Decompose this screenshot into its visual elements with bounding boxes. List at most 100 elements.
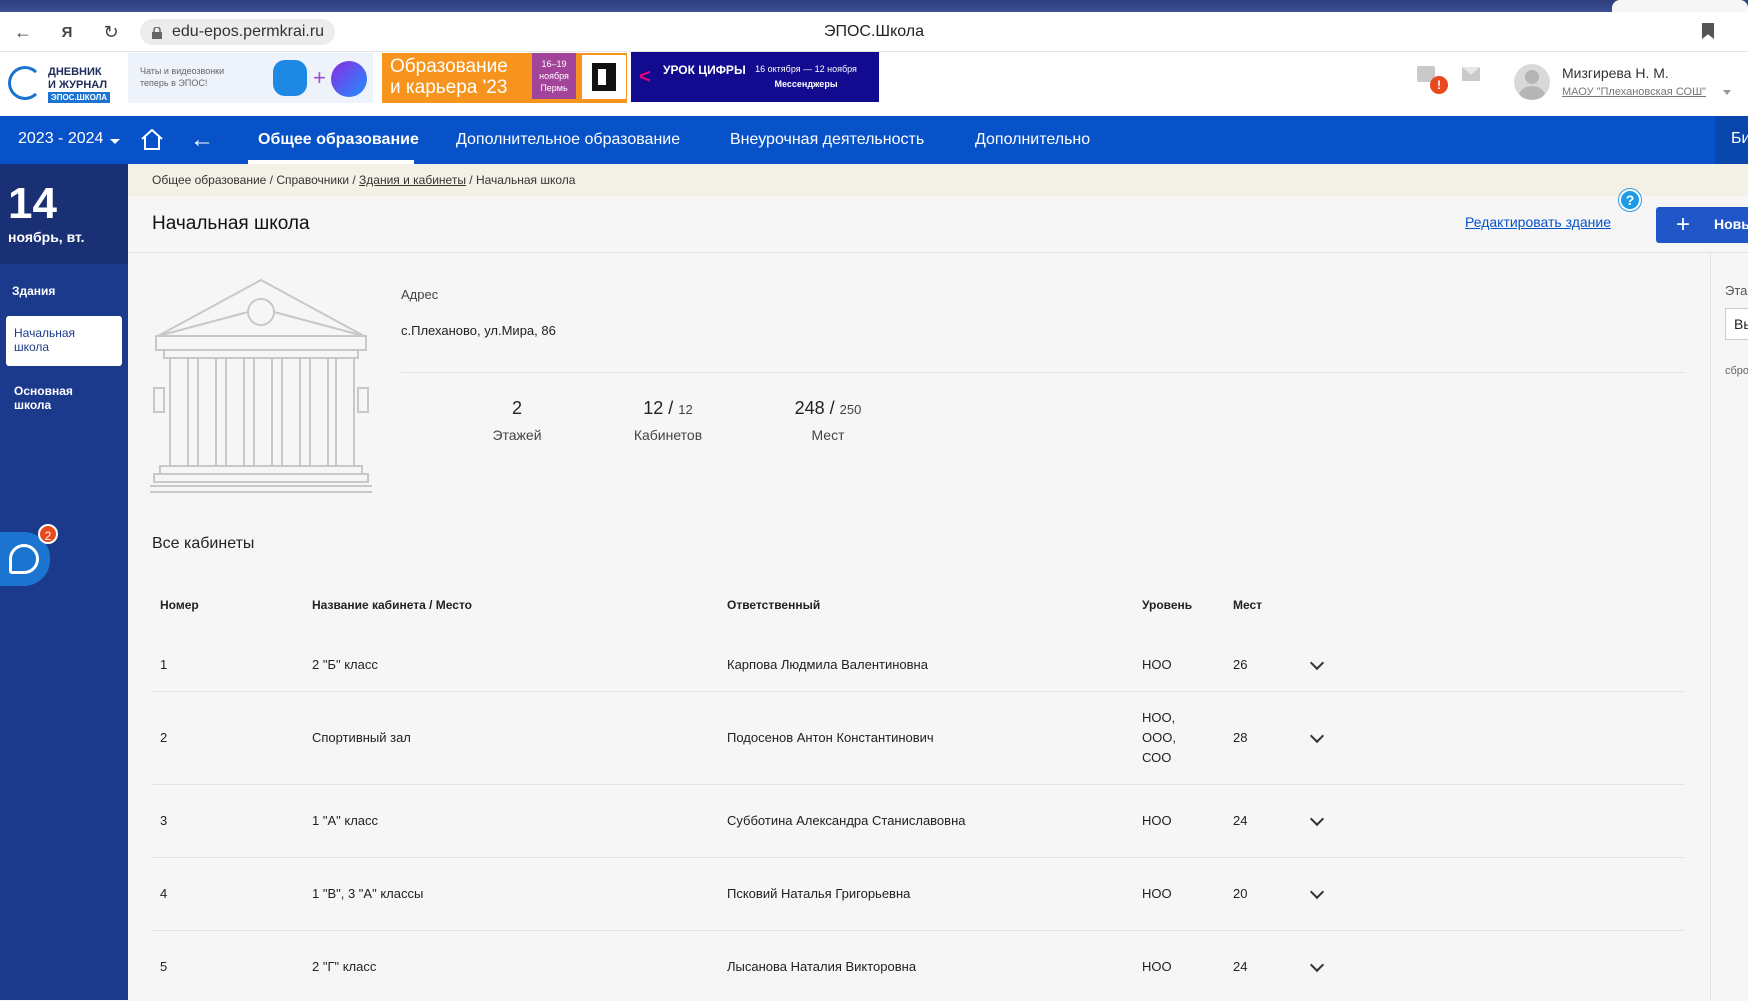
back-arrow-icon[interactable]: ← [190,126,214,154]
chevron-down-icon[interactable] [1309,884,1325,900]
nav-general-education[interactable]: Общее образование [258,131,419,149]
stat-rooms: 12 / 12 Кабинетов [593,398,743,443]
academic-year-select[interactable]: 2023 - 2024 [18,130,103,148]
table-row[interactable]: 1 2 "Б" класс Карпова Людмила Валентинов… [152,630,1684,692]
mail-icon[interactable] [1462,67,1480,81]
banner-chats[interactable]: Чаты и видеозвонки теперь в ЭПОС! + [128,53,373,103]
floor-filter-label: Эта [1725,283,1748,298]
stat-rooms-total: 12 [678,402,693,417]
notification-badge: ! [1430,76,1448,94]
chevron-down-icon[interactable] [1309,728,1325,744]
cell-number: 3 [160,813,168,828]
date-month: ноябрь, вт. [8,229,85,245]
stat-rooms-label: Кабинетов [633,427,703,443]
stat-separator: / [824,398,840,418]
cell-name: 1 "В", 3 "А" классы [312,886,424,901]
browser-page-title: ЭПОС.Школа [823,23,925,40]
reset-filter-link[interactable]: сбро [1725,365,1748,377]
table-row[interactable]: 5 2 "Г" класс Лысанова Наталия Викторовн… [152,931,1684,1001]
assistant-widget[interactable]: 2 [0,524,58,586]
new-room-button-label: Новы [1714,216,1748,232]
chevron-down-icon[interactable] [1309,655,1325,671]
cell-responsible: Подосенов Антон Константинович [727,730,934,745]
stat-seats: 248 / 250 Мест [753,398,903,443]
section-title: Все кабинеты [152,535,255,552]
banner-urok-info: 16 октября — 12 ноября Мессенджеры [755,64,857,89]
column-header-name[interactable]: Название кабинета / Место [312,598,472,612]
sidebar-item-primary-school[interactable]: Начальная школа [14,326,94,354]
cell-name: 1 "А" класс [312,813,379,828]
date-widget: 14 ноябрь, вт. [0,164,128,264]
sidebar: 14 ноябрь, вт. Здания Начальная школа Ос… [0,164,128,1000]
floor-filter-select[interactable]: Вь [1725,308,1748,340]
cell-level: НОО [1142,886,1172,901]
cell-responsible: Карпова Людмила Валентиновна [727,657,928,672]
table-row[interactable]: 2 Спортивный зал Подосенов Антон Констан… [152,692,1684,785]
stat-floors: 2 Этажей [442,398,592,443]
cell-name: 2 "Б" класс [312,657,378,672]
assistant-icon [9,544,39,574]
chevron-left-icon: < [639,66,651,88]
edit-building-link[interactable]: Редактировать здание [1465,214,1611,230]
banner-edu-title: Образование и карьера '23 [390,56,508,98]
cell-level: НОО [1142,657,1172,672]
caret-down-icon[interactable] [110,139,120,144]
browser-active-tab[interactable] [1612,0,1748,12]
divider [401,372,1684,373]
cell-number: 5 [160,959,168,974]
stat-rooms-value: 12 [643,398,664,418]
user-name[interactable]: Мизгирева Н. М. [1562,65,1669,81]
cell-level: НОО [1142,959,1172,974]
help-icon[interactable]: ? [1619,189,1641,211]
logo-subtext: ЭПОС.ШКОЛА [48,92,110,103]
table-row[interactable]: 3 1 "А" класс Субботина Александра Стани… [152,785,1684,858]
cell-seats: 28 [1233,730,1248,745]
banner-edu-logo-icon [582,55,626,99]
table-row[interactable]: 4 1 "В", 3 "А" классы Псковий Наталья Гр… [152,858,1684,931]
chevron-down-icon[interactable] [1309,811,1325,827]
chevron-down-icon[interactable] [1309,957,1325,973]
avatar[interactable] [1514,64,1550,100]
banner-chats-text: Чаты и видеозвонки теперь в ЭПОС! [140,66,225,88]
cell-level: НОО [1142,813,1172,828]
cell-responsible: Псковий Наталья Григорьевна [727,886,911,901]
breadcrumb: Общее образование / Справочники / Здания… [128,164,1748,196]
cell-seats: 24 [1233,813,1248,828]
banner-education-career[interactable]: Образование и карьера '23 16–19 ноября Пе… [382,53,627,103]
sidebar-item-basic-school[interactable]: Основная школа [14,384,94,412]
browser-tab-strip [0,0,1748,12]
column-header-seats[interactable]: Мест [1233,598,1262,612]
nav-extracurricular[interactable]: Внеурочная деятельность [730,131,924,149]
plus-icon: + [1676,211,1691,238]
column-header-level[interactable]: Уровень [1142,598,1192,612]
breadcrumb-current: / Начальная школа [465,173,576,187]
cell-seats: 26 [1233,657,1248,672]
logo-text: ДНЕВНИК И ЖУРНАЛ [48,66,108,91]
epos-logo[interactable]: ДНЕВНИК И ЖУРНАЛ ЭПОС.ШКОЛА [8,62,120,106]
assistant-badge: 2 [38,524,58,544]
chevron-down-icon[interactable] [1723,90,1731,95]
nav-additional[interactable]: Дополнительно [975,131,1090,149]
chat-bubble-icon [273,60,307,96]
stat-floors-value: 2 [511,398,522,418]
user-school[interactable]: МАОУ "Плехановская СОШ" [1562,86,1706,98]
page-title: Начальная школа [152,213,310,234]
cell-name: 2 "Г" класс [312,959,377,974]
sidebar-buildings-link[interactable]: Здания [12,284,55,298]
breadcrumb-link-buildings[interactable]: Здания и кабинеты [359,173,466,187]
banner-urok-cifry[interactable]: < УРОК ЦИФРЫ 16 октября — 12 ноября Мессе… [631,52,879,102]
date-day: 14 [8,179,57,228]
nav-additional-education[interactable]: Дополнительное образование [456,131,680,149]
new-room-button[interactable]: + Новы [1656,207,1748,243]
cell-responsible: Лысанова Наталия Викторовна [727,959,917,974]
plus-icon: + [313,65,326,90]
browser-address-bar: ← Я ↻ edu-epos.permkrai.ru ЭПОС.Школа [0,12,1748,52]
nav-right-button[interactable]: Би [1715,116,1748,164]
home-icon[interactable] [140,128,164,150]
cell-number: 2 [160,730,168,745]
breadcrumb-path[interactable]: Общее образование / Справочники / [152,173,359,187]
column-header-number[interactable]: Номер [160,598,199,612]
address-value: с.Плеханово, ул.Мира, 86 [401,323,556,338]
cell-responsible: Субботина Александра Станиславовна [727,813,966,828]
column-header-responsible[interactable]: Ответственный [727,598,820,612]
